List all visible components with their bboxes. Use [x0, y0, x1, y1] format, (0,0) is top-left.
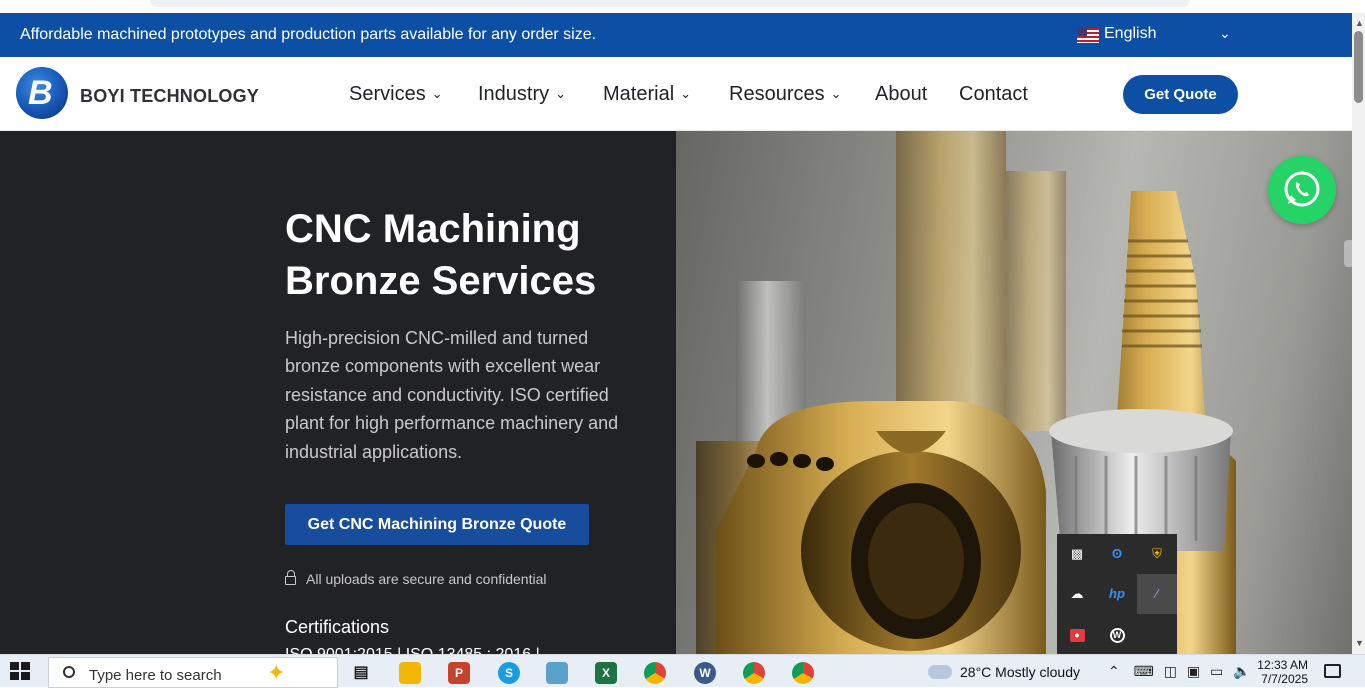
- nav-item-about[interactable]: About: [875, 83, 927, 106]
- address-bar-edge[interactable]: [150, 0, 1190, 7]
- scroll-down-arrow-icon[interactable]: ▼: [1355, 638, 1364, 648]
- page-scrollbar[interactable]: ▲ ▼: [1352, 13, 1365, 654]
- nav-item-label: Services: [349, 83, 426, 105]
- search-placeholder: Type here to search: [89, 667, 222, 684]
- side-feedback-tab[interactable]: [1344, 240, 1352, 267]
- nav-item-material[interactable]: Material ⌄: [603, 83, 691, 106]
- windows-start-icon[interactable]: [10, 662, 30, 680]
- file-explorer-icon[interactable]: [399, 662, 421, 684]
- skype-icon[interactable]: S: [498, 662, 520, 684]
- brand-name[interactable]: BOYI TECHNOLOGY: [80, 86, 259, 107]
- security-shield-icon[interactable]: ⛨: [1137, 534, 1177, 574]
- tray-icons-row: ⌃ ⌨ ◫ ▣ ▭ 🔈: [1108, 663, 1251, 680]
- plug-icon[interactable]: ◫: [1164, 663, 1177, 679]
- bronze-parts-illustration: [676, 131, 1352, 654]
- chrome-profile-2-icon[interactable]: [792, 662, 814, 684]
- language-label: English: [1104, 25, 1157, 42]
- excel-icon[interactable]: X: [595, 662, 617, 684]
- chevron-up-icon[interactable]: ⌃: [1108, 663, 1120, 679]
- chevron-down-icon: ⌄: [555, 86, 567, 101]
- hero-title-line-2: Bronze Services: [285, 259, 597, 303]
- display-icon[interactable]: ▩: [1057, 534, 1097, 574]
- chrome-icon[interactable]: [644, 662, 666, 684]
- weather-text: 28°C Mostly cloudy: [960, 664, 1080, 680]
- copilot-sparkle-icon: ✦: [267, 660, 286, 685]
- weather-widget[interactable]: 28°C Mostly cloudy: [928, 663, 1080, 680]
- nav-item-contact[interactable]: Contact: [959, 83, 1028, 106]
- hero-description: High-precision CNC-milled and turned bro…: [285, 328, 619, 462]
- scroll-up-arrow-icon[interactable]: ▲: [1355, 18, 1364, 28]
- certifications-heading: Certifications: [285, 617, 390, 637]
- cloud-moon-icon: [928, 665, 952, 679]
- get-bronze-quote-button[interactable]: Get CNC Machining Bronze Quote: [285, 504, 589, 545]
- task-view-icon[interactable]: ▤: [350, 662, 372, 684]
- nav-item-industry[interactable]: Industry ⌄: [478, 83, 566, 106]
- chevron-down-icon: ⌄: [830, 86, 842, 101]
- record-icon[interactable]: ●: [1057, 614, 1097, 654]
- lock-icon: [285, 570, 296, 585]
- w-icon[interactable]: W: [1097, 614, 1137, 654]
- us-flag-icon: [1077, 28, 1099, 43]
- keyboard-icon[interactable]: ⌨: [1134, 663, 1154, 679]
- browser-top-strip: [0, 0, 1365, 13]
- announcement-bar: Affordable machined prototypes and produ…: [0, 13, 1352, 57]
- hero-title: CNC Machining Bronze Services: [285, 203, 645, 307]
- chevron-down-icon: ⌄: [431, 86, 443, 101]
- bluetooth-icon[interactable]: ʘ: [1097, 534, 1137, 574]
- main-navigation: B BOYI TECHNOLOGY Services ⌄ Industry ⌄ Ma…: [0, 57, 1352, 131]
- get-quote-button[interactable]: Get Quote: [1123, 75, 1238, 114]
- language-selector[interactable]: English ⌄: [1077, 19, 1237, 47]
- nav-item-label: Resources: [729, 83, 825, 105]
- nav-item-resources[interactable]: Resources ⌄: [729, 83, 842, 106]
- network-icon[interactable]: ▭: [1210, 663, 1223, 679]
- clock-time: 12:33 AM: [1257, 658, 1308, 672]
- nav-item-label: Industry: [478, 83, 550, 105]
- nav-item-label: Material: [603, 83, 675, 105]
- nav-item-label: About: [875, 83, 928, 105]
- chrome-profile-1-icon[interactable]: [743, 662, 765, 684]
- camera-icon[interactable]: ▣: [1187, 663, 1200, 679]
- brand-logo-icon[interactable]: B: [16, 67, 68, 119]
- app-cube-icon[interactable]: [546, 662, 568, 684]
- hp-icon[interactable]: hp: [1097, 574, 1137, 614]
- brand-mark-letter: B: [28, 74, 53, 112]
- announcement-text: Affordable machined prototypes and produ…: [20, 26, 597, 43]
- cloud-off-icon[interactable]: ☁: [1057, 574, 1097, 614]
- pen-icon[interactable]: ∕: [1137, 574, 1177, 614]
- secure-note-text: All uploads are secure and confidential: [306, 571, 547, 587]
- whatsapp-chat-button[interactable]: [1268, 156, 1336, 224]
- nav-item-services[interactable]: Services ⌄: [349, 83, 443, 106]
- windows-taskbar: Type here to search ✦ ▤ P S X W 28°C Mos…: [0, 654, 1365, 688]
- notifications-icon[interactable]: [1324, 664, 1341, 678]
- scrollbar-thumb[interactable]: [1354, 31, 1363, 103]
- taskbar-search-box[interactable]: Type here to search ✦: [48, 657, 338, 688]
- app-p-icon[interactable]: P: [448, 662, 470, 684]
- taskbar-clock[interactable]: 12:33 AM 7/7/2025: [1256, 658, 1308, 686]
- whatsapp-icon: [1284, 171, 1320, 207]
- app-w-icon[interactable]: W: [694, 662, 716, 684]
- chevron-down-icon: ⌄: [1219, 25, 1231, 41]
- hero-title-line-1: CNC Machining: [285, 207, 581, 251]
- search-icon: [63, 666, 75, 678]
- bronze-parts-image: [676, 131, 1352, 654]
- clock-date: 7/7/2025: [1261, 672, 1308, 686]
- secure-upload-note: All uploads are secure and confidential: [285, 570, 547, 587]
- chevron-down-icon: ⌄: [680, 86, 692, 101]
- certifications-list: ISO 9001:2015 | ISO 13485 : 2016 |: [285, 646, 540, 654]
- volume-icon[interactable]: 🔈: [1233, 663, 1250, 679]
- system-tray-overflow: ▩ ʘ ⛨ ☁ hp ∕ ● W: [1057, 534, 1177, 654]
- nav-item-label: Contact: [959, 83, 1028, 105]
